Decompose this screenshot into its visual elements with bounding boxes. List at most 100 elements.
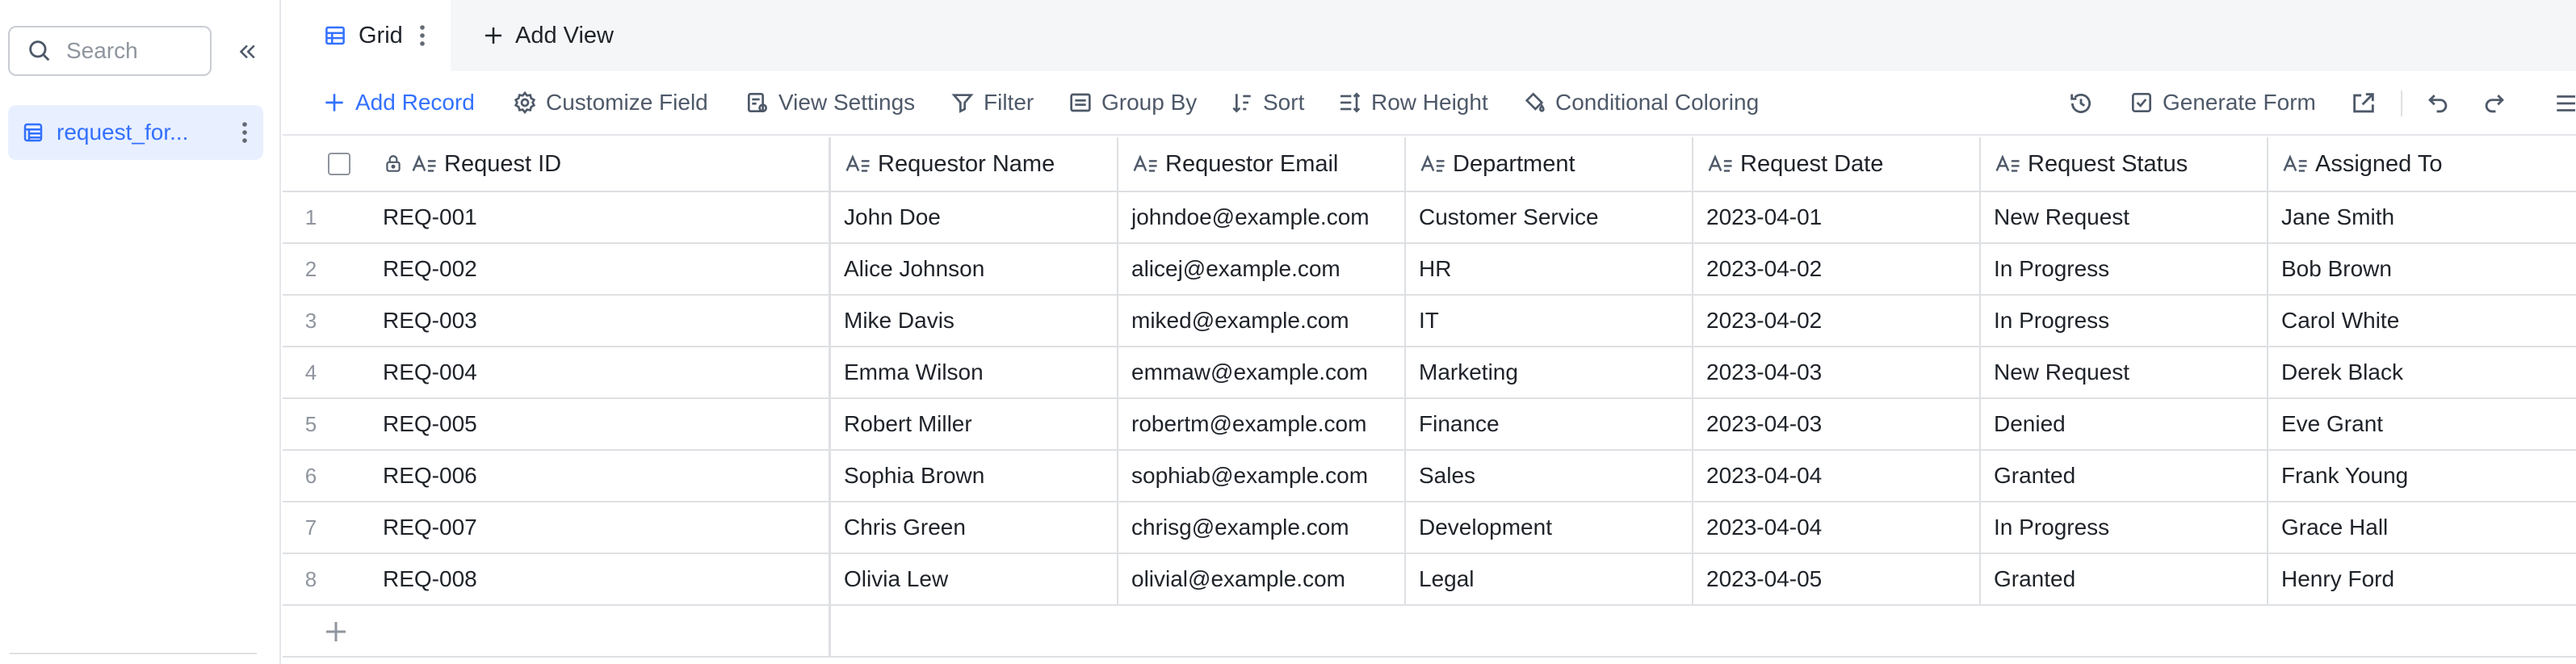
table-cell[interactable]: John Doe [831, 192, 1117, 242]
table-cell[interactable]: In Progress [1981, 502, 2267, 553]
more-vertical-icon[interactable] [418, 24, 426, 47]
table-cell[interactable]: Alice Johnson [831, 244, 1117, 294]
table-cell[interactable]: Olivia Lew [831, 554, 1117, 604]
table-cell[interactable]: alicej@example.com [1118, 244, 1404, 294]
table-cell[interactable]: IT [1406, 296, 1692, 346]
table-cell[interactable]: Robert Miller [831, 399, 1117, 449]
table-cell[interactable]: 2023-04-04 [1693, 451, 1979, 501]
table-row[interactable]: 2 REQ-002 Alice Johnson alicej@example.com H… [283, 244, 2576, 296]
table-cell[interactable]: 2023-04-04 [1693, 502, 1979, 553]
table-cell[interactable]: Denied [1981, 399, 2267, 449]
table-cell[interactable]: REQ-001 [370, 192, 829, 242]
table-cell[interactable]: 2023-04-02 [1693, 296, 1979, 346]
customize-field-button[interactable]: Customize Field [512, 71, 708, 134]
table-cell[interactable]: Chris Green [831, 502, 1117, 553]
gear-icon [514, 90, 536, 115]
filter-button[interactable]: Filter [950, 71, 1034, 134]
table-cell[interactable]: REQ-002 [370, 244, 829, 294]
table-cell[interactable]: REQ-003 [370, 296, 829, 346]
table-cell[interactable]: Granted [1981, 554, 2267, 604]
table-cell[interactable]: chrisg@example.com [1118, 502, 1404, 553]
table-cell[interactable]: Granted [1981, 451, 2267, 501]
column-header-request-id[interactable]: Request ID [370, 137, 829, 191]
table-row[interactable]: 7 REQ-007 Chris Green chrisg@example.com Dev… [283, 502, 2576, 554]
table-cell[interactable]: johndoe@example.com [1118, 192, 1404, 242]
table-cell[interactable]: Sales [1406, 451, 1692, 501]
table-cell[interactable]: REQ-007 [370, 502, 829, 553]
search-input[interactable] [66, 38, 203, 64]
collapse-sidebar-button[interactable] [229, 36, 265, 68]
history-icon[interactable] [2067, 90, 2095, 117]
table-cell[interactable]: New Request [1981, 192, 2267, 242]
search-box[interactable] [8, 26, 212, 76]
table-cell[interactable]: Bob Brown [2268, 244, 2576, 294]
table-cell[interactable]: 2023-04-01 [1693, 192, 1979, 242]
table-cell[interactable]: 2023-04-02 [1693, 244, 1979, 294]
tab-label: Grid [359, 22, 403, 48]
table-cell[interactable]: Emma Wilson [831, 347, 1117, 397]
table-cell[interactable]: Grace Hall [2268, 502, 2576, 553]
group-by-button[interactable]: Group By [1068, 71, 1197, 134]
table-cell[interactable]: Jane Smith [2268, 192, 2576, 242]
add-row-plus-icon[interactable] [321, 617, 350, 646]
table-cell[interactable]: Henry Ford [2268, 554, 2576, 604]
select-all-checkbox[interactable] [328, 153, 350, 175]
undo-icon[interactable] [2424, 90, 2452, 117]
table-cell[interactable]: REQ-006 [370, 451, 829, 501]
table-cell[interactable]: Mike Davis [831, 296, 1117, 346]
table-cell[interactable]: miked@example.com [1118, 296, 1404, 346]
table-cell[interactable]: robertm@example.com [1118, 399, 1404, 449]
table-cell[interactable]: 2023-04-03 [1693, 347, 1979, 397]
table-cell[interactable]: emmaw@example.com [1118, 347, 1404, 397]
table-cell[interactable]: Eve Grant [2268, 399, 2576, 449]
table-cell[interactable]: In Progress [1981, 296, 2267, 346]
row-number: 7 [304, 515, 317, 540]
table-cell[interactable]: olivial@example.com [1118, 554, 1404, 604]
menu-icon[interactable] [2547, 90, 2576, 117]
redo-icon[interactable] [2481, 90, 2508, 117]
table-row[interactable]: 5 REQ-005 Robert Miller robertm@example.com… [283, 399, 2576, 451]
table-cell[interactable]: sophiab@example.com [1118, 451, 1404, 501]
table-cell[interactable]: Finance [1406, 399, 1692, 449]
table-cell[interactable]: Customer Service [1406, 192, 1692, 242]
table-cell[interactable]: HR [1406, 244, 1692, 294]
view-settings-button[interactable]: View Settings [745, 71, 915, 134]
table-cell[interactable]: In Progress [1981, 244, 2267, 294]
text-field-icon [2283, 154, 2307, 172]
conditional-coloring-button[interactable]: Conditional Coloring [1521, 71, 1759, 134]
column-header-request-date[interactable]: Request Date [1693, 137, 1979, 191]
table-cell[interactable]: New Request [1981, 347, 2267, 397]
table-cell[interactable]: Marketing [1406, 347, 1692, 397]
table-cell[interactable]: Sophia Brown [831, 451, 1117, 501]
tab-grid[interactable]: Grid [283, 0, 451, 71]
table-row[interactable]: 4 REQ-004 Emma Wilson emmaw@example.com Mark… [283, 347, 2576, 399]
table-row[interactable]: 3 REQ-003 Mike Davis miked@example.com IT 202… [283, 296, 2576, 347]
add-view-button[interactable]: Add View [481, 0, 614, 71]
column-header-assigned-to[interactable]: Assigned To [2268, 137, 2576, 191]
table-cell[interactable]: Derek Black [2268, 347, 2576, 397]
table-cell[interactable]: Development [1406, 502, 1692, 553]
table-cell[interactable]: Frank Young [2268, 451, 2576, 501]
table-cell[interactable]: Legal [1406, 554, 1692, 604]
generate-form-button[interactable]: Generate Form [2129, 71, 2316, 134]
table-row[interactable]: 1 REQ-001 John Doe johndoe@example.com Custo… [283, 192, 2576, 244]
table-row[interactable]: 8 REQ-008 Olivia Lew olivial@example.com Leg… [283, 554, 2576, 606]
column-header-request-status[interactable]: Request Status [1981, 137, 2267, 191]
table-cell[interactable]: REQ-005 [370, 399, 829, 449]
table-cell[interactable]: REQ-004 [370, 347, 829, 397]
sidebar-item-table[interactable]: request_for... [8, 105, 263, 160]
column-header-requestor-email[interactable]: Requestor Email [1118, 137, 1404, 191]
column-header-department[interactable]: Department [1406, 137, 1692, 191]
table-cell[interactable]: 2023-04-05 [1693, 554, 1979, 604]
table-row[interactable]: 6 REQ-006 Sophia Brown sophiab@example.com S… [283, 451, 2576, 502]
sort-button[interactable]: Sort [1229, 71, 1304, 134]
table-cell[interactable]: REQ-008 [370, 554, 829, 604]
row-height-icon [1340, 92, 1361, 113]
column-header-requestor-name[interactable]: Requestor Name [831, 137, 1117, 191]
table-cell[interactable]: 2023-04-03 [1693, 399, 1979, 449]
row-height-button[interactable]: Row Height [1337, 71, 1488, 134]
add-record-button[interactable]: Add Record [321, 71, 475, 134]
share-icon[interactable] [2350, 90, 2377, 117]
table-cell[interactable]: Carol White [2268, 296, 2576, 346]
more-vertical-icon[interactable] [241, 121, 249, 144]
